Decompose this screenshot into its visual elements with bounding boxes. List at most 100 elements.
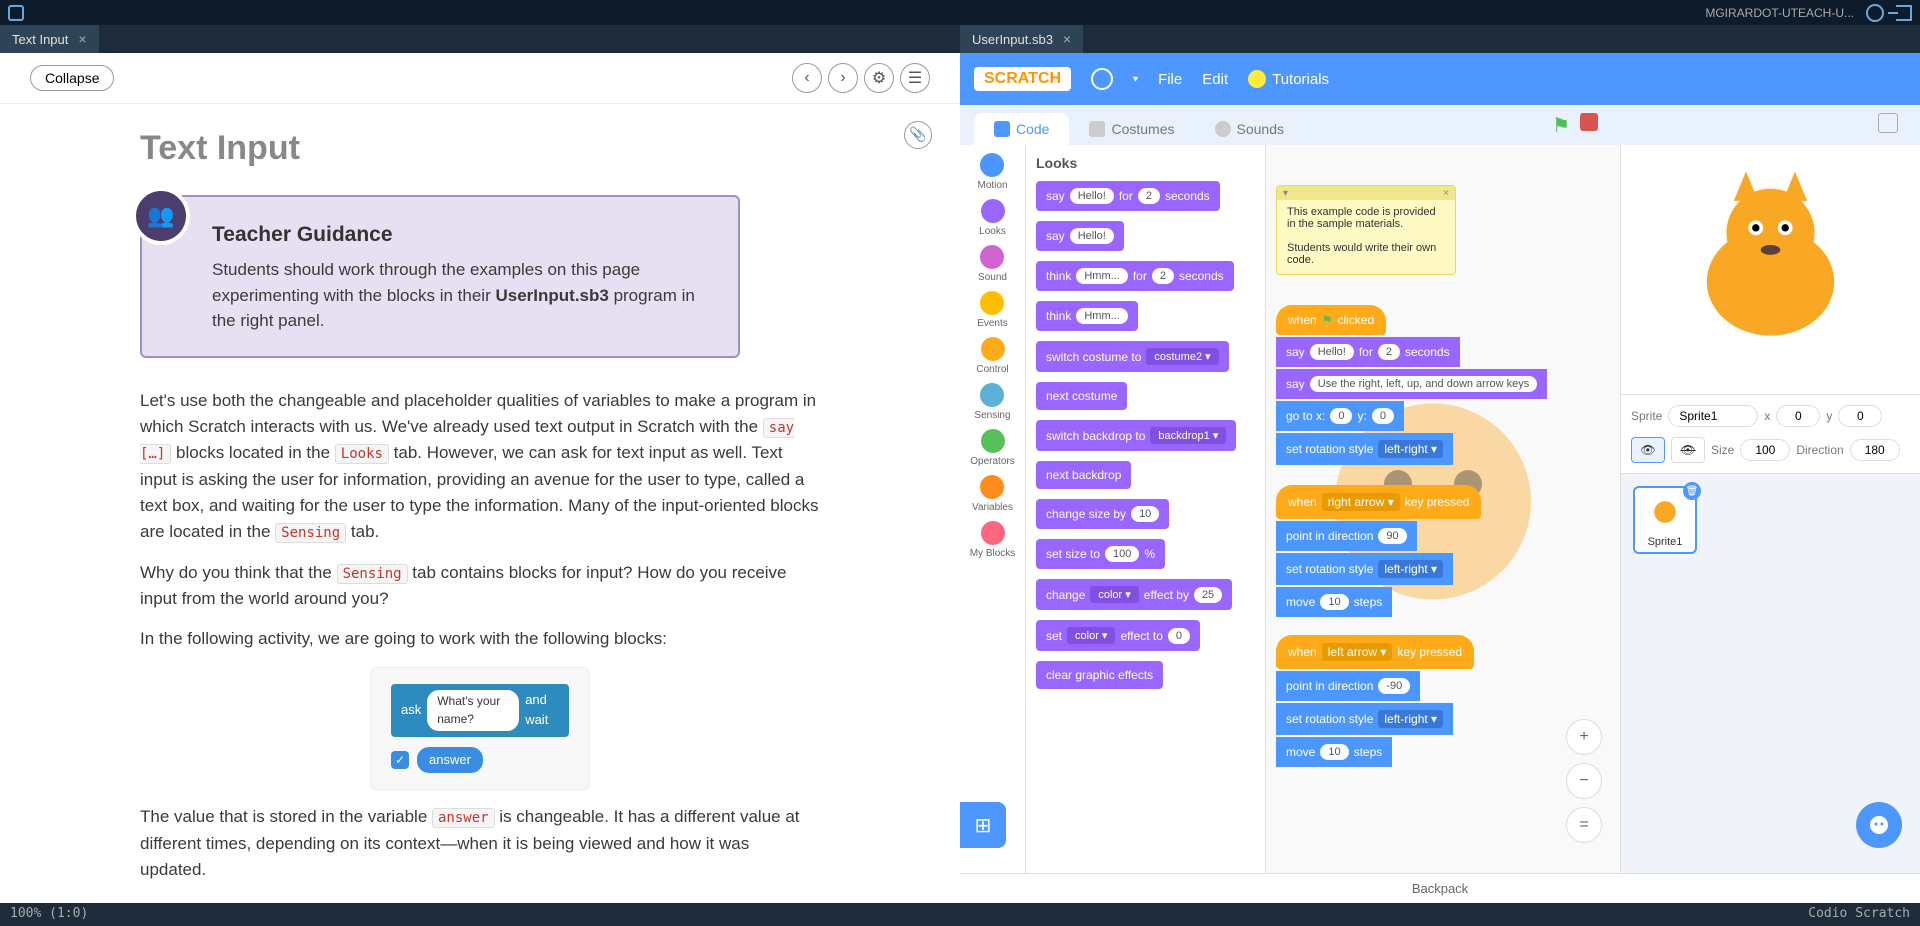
block-set-size[interactable]: set size to100% <box>1036 539 1165 569</box>
add-sprite-button[interactable] <box>1856 802 1902 848</box>
delete-sprite-icon[interactable]: 🗑 <box>1683 482 1701 500</box>
sprite-name-input[interactable] <box>1668 405 1758 427</box>
tab-code[interactable]: Code <box>974 113 1069 145</box>
checkbox-icon: ✓ <box>391 751 409 769</box>
script-workspace[interactable]: ▾× This example code is provided in the … <box>1266 145 1620 873</box>
collapse-button[interactable]: Collapse <box>30 65 114 91</box>
block-set-effect[interactable]: setcolor ▾effect to0 <box>1036 620 1200 651</box>
sprite-y-input[interactable] <box>1838 405 1882 427</box>
close-comment-icon[interactable]: × <box>1443 188 1449 198</box>
block-say[interactable]: sayUse the right, left, up, and down arr… <box>1276 369 1547 399</box>
block-point-direction[interactable]: point in direction90 <box>1276 521 1417 551</box>
category-variables[interactable]: Variables <box>970 473 1015 515</box>
tab-text-input[interactable]: Text Input × <box>0 25 100 53</box>
sprite-direction-input[interactable] <box>1850 439 1900 461</box>
show-sprite-button[interactable]: 👁 <box>1631 437 1665 463</box>
sprite-x-input[interactable] <box>1776 405 1820 427</box>
globe-icon[interactable] <box>1091 68 1113 90</box>
script-right-arrow[interactable]: whenright arrow ▾key pressed point in di… <box>1276 485 1481 617</box>
category-color-icon <box>980 245 1004 269</box>
hat-when-flag-clicked[interactable]: when⚑clicked <box>1276 305 1386 335</box>
stage-panel: Sprite x y 👁 👁 Size Direction <box>1620 145 1920 873</box>
block-change-size[interactable]: change size by10 <box>1036 499 1169 529</box>
menu-edit[interactable]: Edit <box>1202 71 1228 88</box>
hat-when-key-pressed[interactable]: whenright arrow ▾key pressed <box>1276 485 1481 519</box>
script-when-flag[interactable]: when⚑clicked sayHello!for2seconds sayUse… <box>1276 305 1547 465</box>
block-next-backdrop[interactable]: next backdrop <box>1036 461 1131 489</box>
green-flag-icon[interactable]: ⚑ <box>1552 113 1570 138</box>
status-bar: 100% (1:0) Codio Scratch <box>0 903 1920 926</box>
category-looks[interactable]: Looks <box>977 197 1008 239</box>
costumes-icon <box>1089 121 1105 137</box>
block-say[interactable]: sayHello! <box>1036 221 1124 251</box>
lesson-content: Text Input 📎 👥 Teacher Guidance Students… <box>0 104 960 903</box>
close-icon[interactable]: × <box>78 31 86 47</box>
block-set-rotation[interactable]: set rotation styleleft-right ▾ <box>1276 703 1453 735</box>
lesson-panel: Collapse ‹ › ⚙ ☰ Text Input 📎 👥 Teacher … <box>0 53 960 903</box>
category-label: Looks <box>979 226 1006 237</box>
code-icon <box>994 121 1010 137</box>
logout-icon[interactable] <box>1896 5 1912 21</box>
stage[interactable] <box>1621 145 1920 395</box>
ask-block: ask What's your name? and wait <box>391 684 569 737</box>
category-color-icon <box>980 383 1004 407</box>
stop-icon[interactable] <box>1580 113 1598 131</box>
block-switch-backdrop[interactable]: switch backdrop tobackdrop1 ▾ <box>1036 420 1236 451</box>
block-categories: Motion Looks Sound Events Control Sensing Oper… <box>960 145 1026 873</box>
category-operators[interactable]: Operators <box>968 427 1016 469</box>
category-control[interactable]: Control <box>974 335 1010 377</box>
sprite-size-input[interactable] <box>1740 439 1790 461</box>
category-my-blocks[interactable]: My Blocks <box>968 519 1018 561</box>
block-next-costume[interactable]: next costume <box>1036 382 1127 410</box>
block-think[interactable]: thinkHmm... <box>1036 301 1138 331</box>
collapse-comment-icon[interactable]: ▾ <box>1283 188 1288 198</box>
zoom-reset-button[interactable]: = <box>1566 807 1602 843</box>
block-think-for[interactable]: thinkHmm...for2seconds <box>1036 261 1234 291</box>
paperclip-icon[interactable]: 📎 <box>904 121 932 149</box>
block-point-direction[interactable]: point in direction-90 <box>1276 671 1420 701</box>
block-move[interactable]: move10steps <box>1276 737 1392 767</box>
category-sound[interactable]: Sound <box>976 243 1009 285</box>
category-sensing[interactable]: Sensing <box>972 381 1012 423</box>
category-motion[interactable]: Motion <box>975 151 1009 193</box>
sprite-thumbnail[interactable]: 🗑 Sprite1 <box>1633 486 1697 554</box>
scratch-cat-sprite[interactable] <box>1621 145 1920 394</box>
block-move[interactable]: move10steps <box>1276 587 1392 617</box>
blocks-palette[interactable]: Looks sayHello!for2seconds sayHello! thi… <box>1026 145 1266 873</box>
block-say-for[interactable]: sayHello!for2seconds <box>1276 337 1460 367</box>
prev-button[interactable]: ‹ <box>792 63 822 93</box>
block-set-rotation[interactable]: set rotation styleleft-right ▾ <box>1276 553 1453 585</box>
category-label: Sensing <box>974 410 1010 421</box>
fullscreen-icon[interactable] <box>1878 113 1898 133</box>
tab-userinput-sb3[interactable]: UserInput.sb3 × <box>960 25 1084 53</box>
tab-sounds[interactable]: Sounds <box>1195 113 1304 145</box>
zoom-in-button[interactable]: + <box>1566 719 1602 755</box>
y-label: y <box>1826 409 1832 423</box>
block-change-effect[interactable]: changecolor ▾effect by25 <box>1036 579 1232 610</box>
power-icon[interactable] <box>1866 4 1884 22</box>
backpack-toggle[interactable]: Backpack <box>960 873 1920 903</box>
block-goto[interactable]: go to x:0y:0 <box>1276 401 1404 431</box>
block-set-rotation[interactable]: set rotation styleleft-right ▾ <box>1276 433 1453 465</box>
category-label: Control <box>976 364 1008 375</box>
menu-file[interactable]: File <box>1158 71 1182 88</box>
zoom-out-button[interactable]: − <box>1566 763 1602 799</box>
block-clear-effects[interactable]: clear graphic effects <box>1036 661 1163 689</box>
menu-tutorials[interactable]: Tutorials <box>1248 70 1329 88</box>
block-switch-costume[interactable]: switch costume tocostume2 ▾ <box>1036 341 1229 372</box>
workspace-comment[interactable]: ▾× This example code is provided in the … <box>1276 185 1456 275</box>
teacher-guidance-box: 👥 Teacher Guidance Students should work … <box>140 195 740 358</box>
list-icon[interactable]: ☰ <box>900 63 930 93</box>
close-icon[interactable]: × <box>1063 31 1071 47</box>
paragraph: In the following activity, we are going … <box>140 626 820 652</box>
hat-when-key-pressed[interactable]: whenleft arrow ▾key pressed <box>1276 635 1474 669</box>
script-left-arrow[interactable]: whenleft arrow ▾key pressed point in dir… <box>1276 635 1474 767</box>
add-extension-button[interactable]: ⊞ <box>960 802 1006 848</box>
tab-costumes[interactable]: Costumes <box>1069 113 1194 145</box>
category-events[interactable]: Events <box>975 289 1010 331</box>
hide-sprite-button[interactable]: 👁 <box>1671 437 1705 463</box>
scratch-tabs: Code Costumes Sounds ⚑ <box>960 105 1920 145</box>
block-say-for[interactable]: sayHello!for2seconds <box>1036 181 1220 211</box>
gear-icon[interactable]: ⚙ <box>864 63 894 93</box>
next-button[interactable]: › <box>828 63 858 93</box>
